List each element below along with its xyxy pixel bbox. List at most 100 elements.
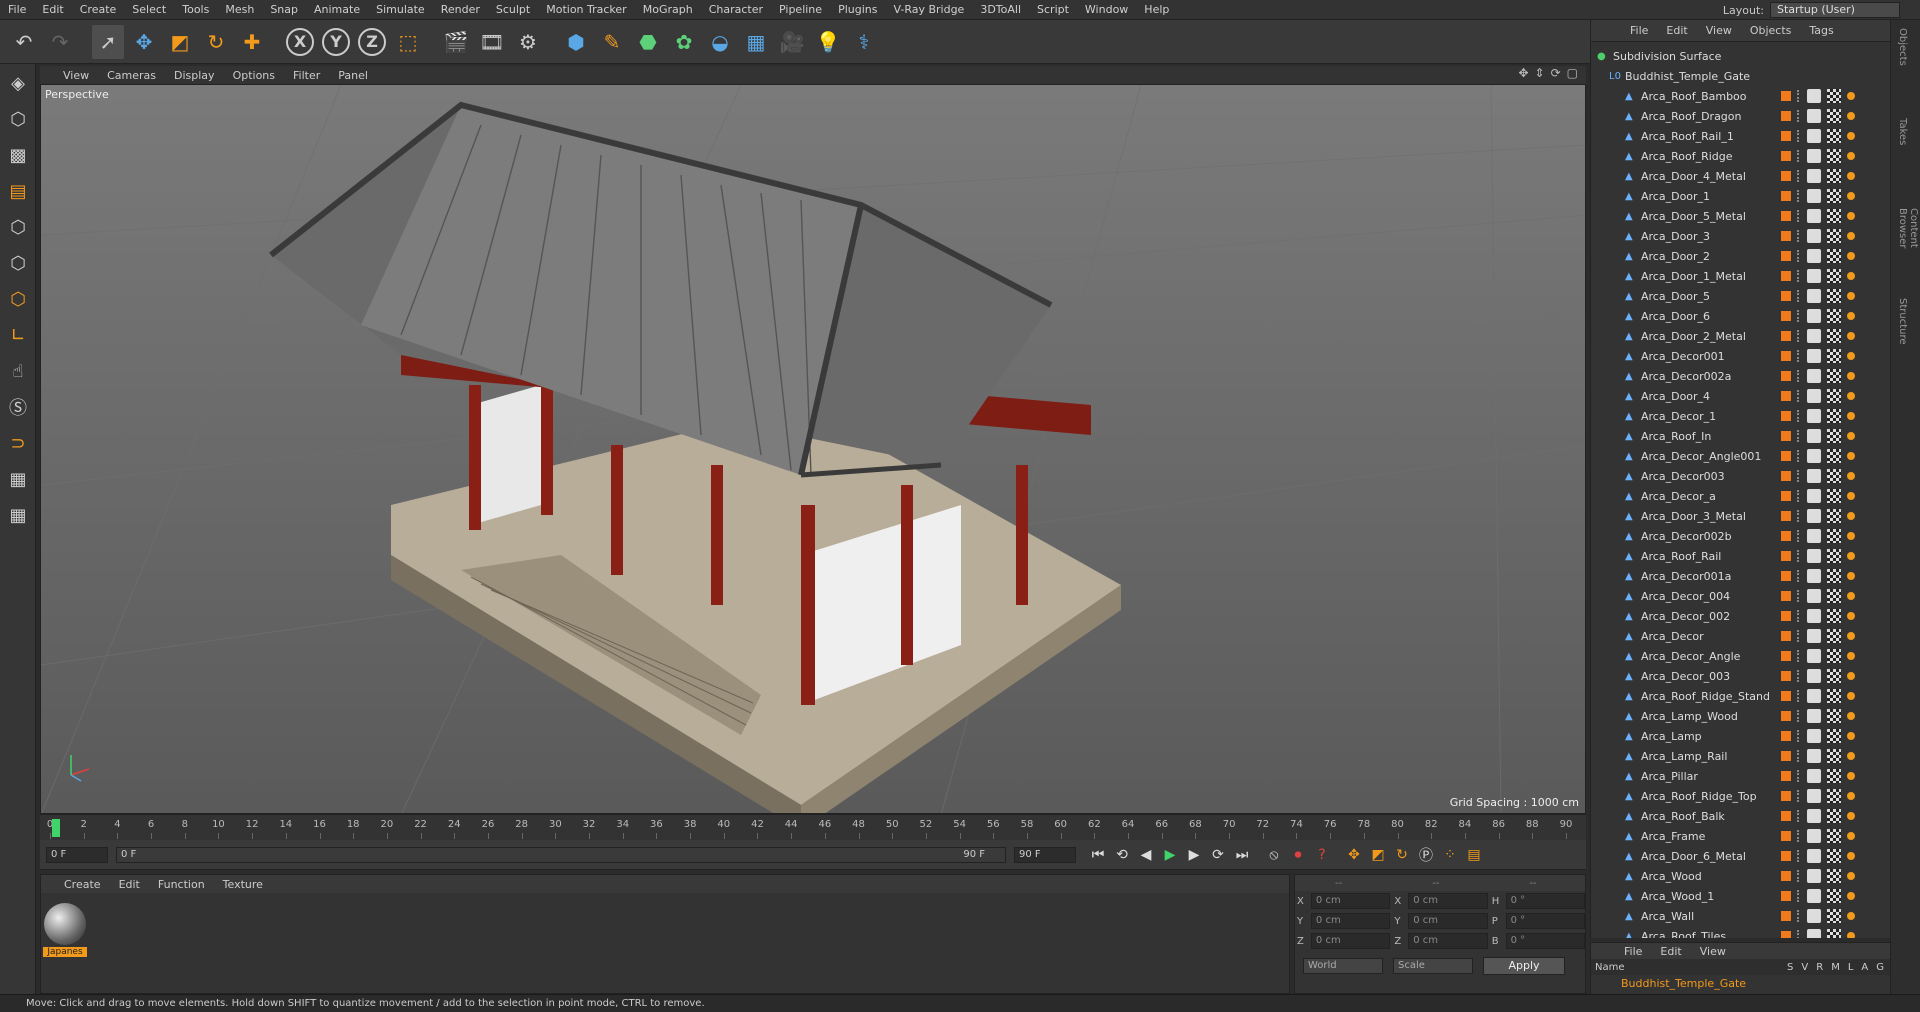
coordinate-system-icon[interactable]: ⬚ <box>392 25 424 59</box>
layer-color-icon[interactable] <box>1781 451 1791 461</box>
layer-color-icon[interactable] <box>1781 911 1791 921</box>
visibility-dots-icon[interactable] <box>1797 910 1801 922</box>
material-tag-icon[interactable] <box>1847 232 1855 240</box>
key-scale-icon[interactable]: ◩ <box>1366 844 1390 866</box>
coord-field[interactable]: 0 cm <box>1408 913 1488 929</box>
layer-color-icon[interactable] <box>1781 211 1791 221</box>
object-row[interactable]: ▲ Arca_Roof_Ridge_Top <box>1591 786 1891 806</box>
material-tag-icon[interactable] <box>1847 912 1855 920</box>
floor-object-icon[interactable]: ▦ <box>740 25 772 59</box>
visibility-dots-icon[interactable] <box>1797 930 1801 938</box>
object-row[interactable]: ▲ Arca_Door_2_Metal <box>1591 326 1891 346</box>
texture-mode-icon[interactable]: ▩ <box>1 138 35 172</box>
layer-color-icon[interactable] <box>1781 411 1791 421</box>
menu-item-script[interactable]: Script <box>1029 3 1077 16</box>
layer-color-icon[interactable] <box>1781 351 1791 361</box>
visibility-dots-icon[interactable] <box>1797 630 1801 642</box>
uvw-tag-icon[interactable] <box>1827 209 1841 223</box>
key-position-icon[interactable]: ✥ <box>1342 844 1366 866</box>
menu-item-edit[interactable]: Edit <box>1651 945 1690 958</box>
object-row[interactable]: ▲ Arca_Decor_Angle001 <box>1591 446 1891 466</box>
make-editable-icon[interactable]: ◈ <box>1 66 35 100</box>
object-row[interactable]: ▲ Arca_Roof_Balk <box>1591 806 1891 826</box>
texture-tag-icon[interactable] <box>1807 529 1821 543</box>
object-row[interactable]: ▲ Arca_Door_3_Metal <box>1591 506 1891 526</box>
uvw-tag-icon[interactable] <box>1827 589 1841 603</box>
menu-item-file[interactable]: File <box>1621 24 1657 37</box>
texture-tag-icon[interactable] <box>1807 249 1821 263</box>
rotate-tool-icon[interactable]: ↻ <box>200 25 232 59</box>
go-to-end-icon[interactable]: ⏭ <box>1230 844 1254 866</box>
material-tag-icon[interactable] <box>1847 312 1855 320</box>
layer-color-icon[interactable] <box>1781 771 1791 781</box>
object-row[interactable]: ▲ Arca_Door_4_Metal <box>1591 166 1891 186</box>
uvw-tag-icon[interactable] <box>1827 769 1841 783</box>
menu-item-tags[interactable]: Tags <box>1800 24 1842 37</box>
coordinate-space-dropdown[interactable]: World <box>1303 958 1383 974</box>
uvw-tag-icon[interactable] <box>1827 849 1841 863</box>
uvw-tag-icon[interactable] <box>1827 89 1841 103</box>
visibility-dots-icon[interactable] <box>1797 410 1801 422</box>
menu-item-pipeline[interactable]: Pipeline <box>771 3 830 16</box>
z-axis-lock-icon[interactable]: Z <box>356 25 388 59</box>
uvw-tag-icon[interactable] <box>1827 249 1841 263</box>
uvw-tag-icon[interactable] <box>1827 889 1841 903</box>
coord-field[interactable]: 0 cm <box>1408 933 1488 949</box>
object-row[interactable]: ▲ Arca_Decor <box>1591 626 1891 646</box>
uvw-tag-icon[interactable] <box>1827 569 1841 583</box>
object-row[interactable]: ▲ Arca_Door_6 <box>1591 306 1891 326</box>
menu-item-texture[interactable]: Texture <box>214 878 272 891</box>
visibility-dots-icon[interactable] <box>1797 110 1801 122</box>
material-tag-icon[interactable] <box>1847 432 1855 440</box>
layer-color-icon[interactable] <box>1781 731 1791 741</box>
side-tab-structure[interactable]: Structure <box>1891 290 1914 380</box>
timeline-ruler[interactable]: 0 2 4 6 8 10 12 14 16 18 20 22 24 26 28 30 32 34 36 38 40 42 4… <box>40 814 1586 840</box>
texture-tag-icon[interactable] <box>1807 349 1821 363</box>
visibility-dots-icon[interactable] <box>1797 450 1801 462</box>
visibility-dots-icon[interactable] <box>1797 170 1801 182</box>
material-tag-icon[interactable] <box>1847 932 1855 938</box>
object-row[interactable]: ▲ Arca_Roof_Ridge_Stand <box>1591 686 1891 706</box>
material-tag-icon[interactable] <box>1847 892 1855 900</box>
material-tag-icon[interactable] <box>1847 472 1855 480</box>
texture-tag-icon[interactable] <box>1807 449 1821 463</box>
model-mode-icon[interactable]: ⬡ <box>1 102 35 136</box>
magnet-icon[interactable]: ⊃ <box>1 426 35 460</box>
x-axis-lock-icon[interactable]: X <box>284 25 316 59</box>
visibility-dots-icon[interactable] <box>1797 530 1801 542</box>
object-row[interactable]: ▲ Arca_Door_1 <box>1591 186 1891 206</box>
layer-color-icon[interactable] <box>1781 551 1791 561</box>
layer-color-icon[interactable] <box>1781 751 1791 761</box>
uvw-tag-icon[interactable] <box>1827 449 1841 463</box>
object-row[interactable]: ▲ Arca_Pillar <box>1591 766 1891 786</box>
menu-item-view[interactable]: View <box>1697 24 1741 37</box>
visibility-dots-icon[interactable] <box>1797 890 1801 902</box>
next-frame-icon[interactable]: ▶ <box>1182 844 1206 866</box>
uvw-tag-icon[interactable] <box>1827 229 1841 243</box>
y-axis-lock-icon[interactable]: Y <box>320 25 352 59</box>
texture-tag-icon[interactable] <box>1807 189 1821 203</box>
material-tag-icon[interactable] <box>1847 292 1855 300</box>
layer-color-icon[interactable] <box>1781 851 1791 861</box>
menu-item-view[interactable]: View <box>1691 945 1735 958</box>
uvw-tag-icon[interactable] <box>1827 429 1841 443</box>
layer-color-icon[interactable] <box>1781 711 1791 721</box>
key-parameter-icon[interactable]: Ⓟ <box>1414 844 1438 866</box>
texture-tag-icon[interactable] <box>1807 809 1821 823</box>
object-row[interactable]: ▲ Arca_Decor_002 <box>1591 606 1891 626</box>
menu-item-help[interactable]: Help <box>1136 3 1177 16</box>
material-tag-icon[interactable] <box>1847 272 1855 280</box>
material-tag-icon[interactable] <box>1847 612 1855 620</box>
coord-field[interactable]: 0 ° <box>1505 933 1586 949</box>
visibility-dots-icon[interactable] <box>1797 130 1801 142</box>
python-icon[interactable]: ⚕ <box>848 25 880 59</box>
uvw-tag-icon[interactable] <box>1827 489 1841 503</box>
redo-icon[interactable]: ↷ <box>44 25 76 59</box>
next-keyframe-icon[interactable]: ⟳ <box>1206 844 1230 866</box>
uvw-tag-icon[interactable] <box>1827 269 1841 283</box>
object-row[interactable]: ▲ Arca_Wall <box>1591 906 1891 926</box>
playhead[interactable] <box>52 819 60 837</box>
material-tag-icon[interactable] <box>1847 832 1855 840</box>
uvw-tag-icon[interactable] <box>1827 929 1841 938</box>
polygons-mode-icon[interactable]: ⬡ <box>1 282 35 316</box>
